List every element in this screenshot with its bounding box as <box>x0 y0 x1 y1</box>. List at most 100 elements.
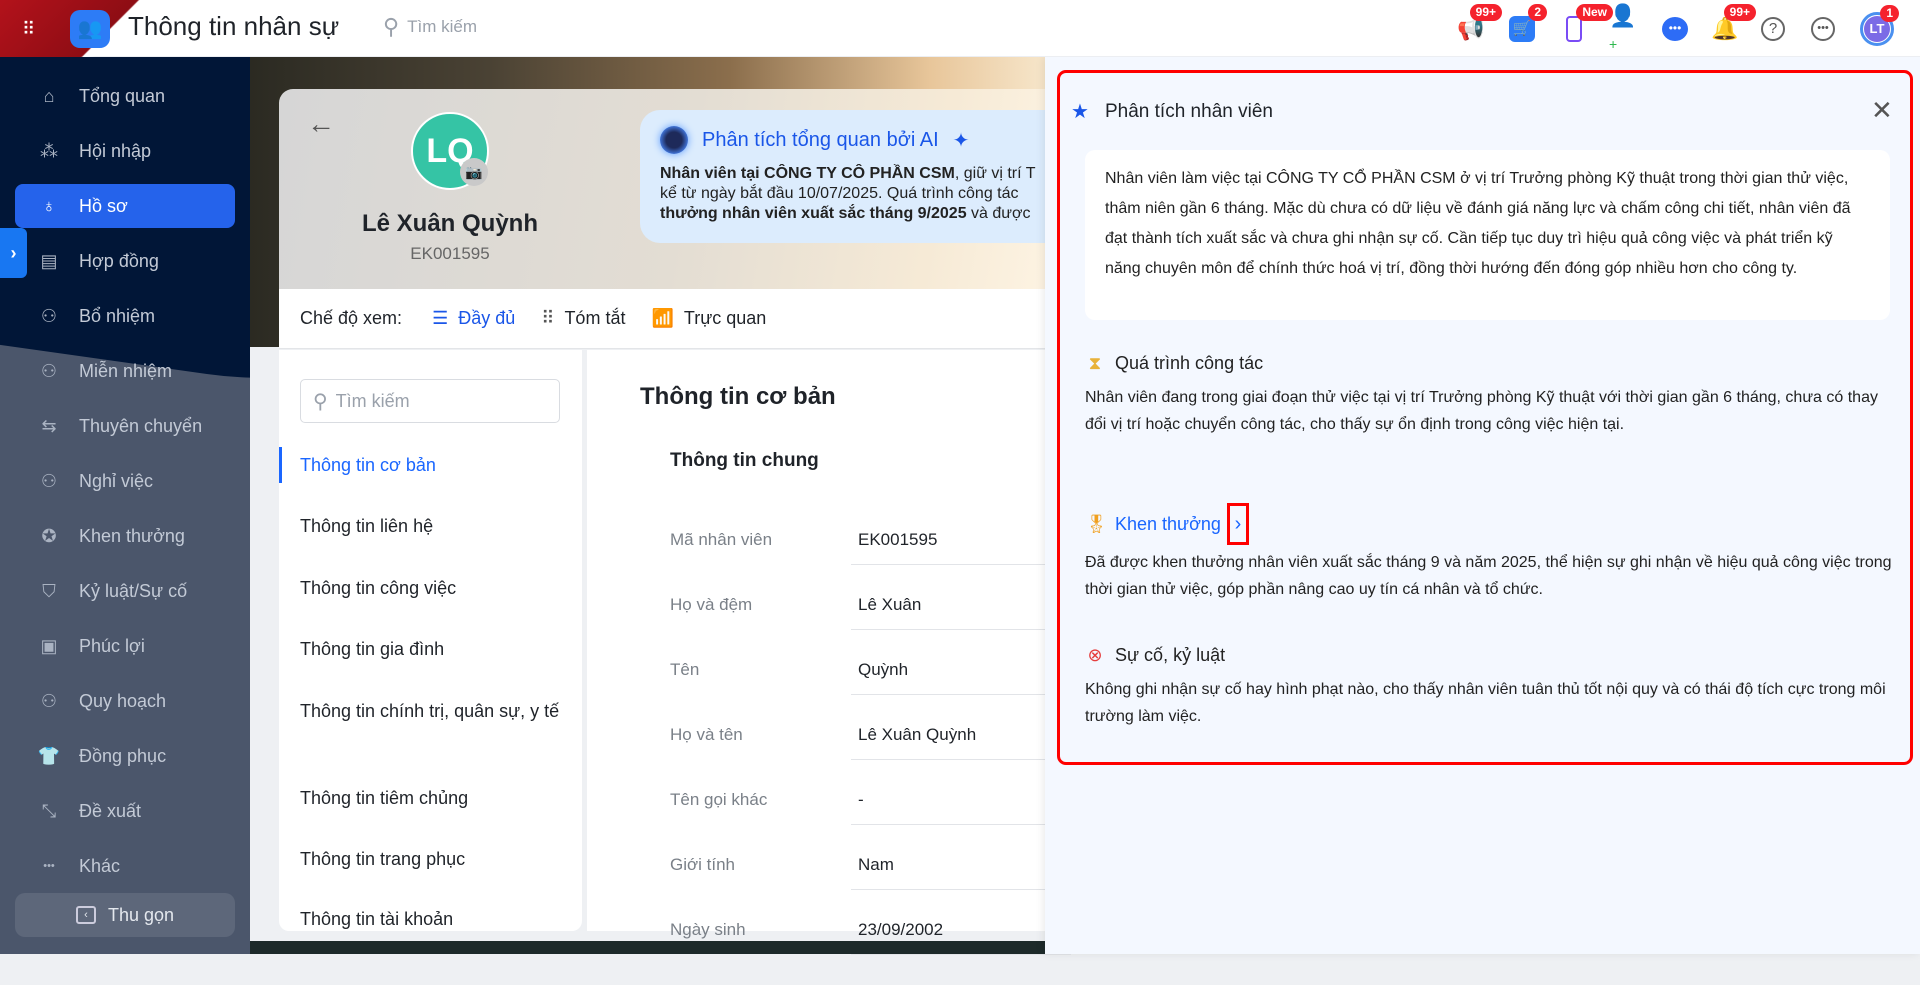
view-mode-full-label: Đầy đủ <box>458 308 516 328</box>
section-nav-item[interactable]: Thông tin gia đình <box>279 636 582 662</box>
team-icon: ⁂ <box>40 140 58 161</box>
section-nav-item[interactable]: Thông tin chính trị, quân sự, y tế <box>279 698 582 724</box>
sidebar-item-label: Khen thưởng <box>79 525 185 546</box>
chevron-right-icon[interactable]: › <box>1226 503 1249 545</box>
sidebar-item-label: Hồ sơ <box>79 195 128 216</box>
collapse-icon: ‹ <box>75 906 96 924</box>
camera-icon[interactable]: 📷 <box>460 158 488 186</box>
sidebar-item[interactable]: ▤ Hợp đồng <box>15 239 235 283</box>
sidebar-item[interactable]: ⁂ Hội nhập <box>15 129 235 173</box>
field-label: Tên <box>670 660 700 679</box>
back-arrow-icon[interactable]: ← <box>307 108 335 140</box>
field-label: Giới tính <box>670 855 736 874</box>
ai-overview-title: Phân tích tổng quan bởi AI <box>702 128 939 151</box>
sidebar-item-label: Đồng phục <box>79 745 167 766</box>
error-circle-icon: ⊗ <box>1087 645 1103 665</box>
view-mode-full[interactable]: ☰ Đầy đủ <box>432 308 515 329</box>
more-button[interactable]: ••• <box>1806 12 1840 46</box>
notifications-button[interactable]: 🔔 99+ <box>1708 4 1756 46</box>
collapse-sidebar-button[interactable]: ‹ Thu gọn <box>15 893 235 937</box>
panel-title: Phân tích nhân viên <box>1105 101 1273 122</box>
sidebar-item-label: Khác <box>79 855 121 876</box>
employee-name: Lê Xuân Quỳnh <box>361 210 538 237</box>
sidebar-item[interactable]: ⚇ Quy hoạch <box>15 679 235 723</box>
user-x-icon: ⚇ <box>40 470 58 491</box>
field-value: Lê Xuân Quỳnh <box>858 725 977 744</box>
section-search-placeholder: Tìm kiếm <box>335 390 410 411</box>
rewards-link[interactable]: Khen thưởng <box>1115 514 1221 535</box>
sidebar-item-label: Đề xuất <box>79 800 142 821</box>
divider <box>851 564 1071 565</box>
analysis-summary: Nhân viên làm việc tại CÔNG TY CỔ PHẦN C… <box>1085 150 1890 320</box>
add-user-button[interactable]: 👤+ <box>1609 3 1643 52</box>
field-value: - <box>858 790 864 809</box>
section-text: Đã được khen thưởng nhân viên xuất sắc t… <box>1085 554 1892 598</box>
view-mode-summary-label: Tóm tắt <box>564 308 626 328</box>
user-avatar-button[interactable]: LT 1 <box>1860 5 1899 46</box>
section-nav-item[interactable]: Thông tin trang phục <box>279 846 582 872</box>
sidebar-item[interactable]: ♁ Hồ sơ <box>15 184 235 228</box>
chat-icon: ••• <box>1662 17 1688 41</box>
view-mode-summary[interactable]: ⠿ Tóm tắt <box>541 308 625 329</box>
ai-line1-bold: Nhân viên tại CÔNG TY CÔ PHẦN CSM <box>660 165 955 182</box>
help-button[interactable]: ? <box>1756 12 1790 46</box>
sidebar-item[interactable]: 👕 Đồng phục <box>15 734 235 778</box>
section-nav-item[interactable]: Thông tin tài khoản <box>279 906 582 932</box>
sidebar-item[interactable]: ▣ Phúc lợi <box>15 624 235 668</box>
sidebar-item[interactable]: ⚇ Bổ nhiệm <box>15 294 235 338</box>
sidebar: ⌂ Tổng quan ⁂ Hội nhập ♁ Hồ sơ ▤ Hợp đồng ⚇ Bổ nh… <box>0 57 250 954</box>
section-nav-item[interactable]: Thông tin cơ bản <box>279 447 582 483</box>
help-icon: ? <box>1761 17 1785 41</box>
search-icon: ⚲ <box>313 390 328 413</box>
section-title: Quá trình công tác <box>1115 353 1264 373</box>
ai-line3: và được <box>966 205 1031 222</box>
sidebar-item[interactable]: ⚇ Miễn nhiệm <box>15 349 235 393</box>
ai-line3-bold: thưởng nhân viên xuất sắc tháng 9/2025 <box>660 205 967 222</box>
shield-x-icon: ⛉ <box>42 580 56 601</box>
cart-badge: 2 <box>1528 4 1547 21</box>
section-rewards: 🎖 Khen thưởng › Đã được khen thưởng nhân v… <box>1085 503 1895 603</box>
ai-overview-box[interactable]: Phân tích tổng quan bởi AI ✦ Nhân viên tạ… <box>640 110 1080 243</box>
sidebar-item-label: Tổng quan <box>79 85 166 106</box>
field-label: Ngày sinh <box>670 920 746 939</box>
sidebar-item[interactable]: ⛉ Kỷ luật/Sự cố <box>15 569 235 613</box>
global-search[interactable]: ⚲ Tìm kiếm <box>383 14 477 40</box>
sidebar-item-label: Hội nhập <box>79 140 152 161</box>
field-row: Họ và đệm Lê Xuân <box>670 595 1071 660</box>
field-value: Quỳnh <box>858 660 909 679</box>
section-text: Không ghi nhận sự cố hay hình phạt nào, … <box>1085 681 1886 725</box>
user-minus-icon: ⚇ <box>40 360 58 381</box>
sidebar-item-label: Kỷ luật/Sự cố <box>79 580 188 601</box>
section-nav-item[interactable]: Thông tin công việc <box>279 575 582 601</box>
close-icon[interactable]: ✕ <box>1871 95 1893 126</box>
announcement-button[interactable]: 📢 99+ <box>1454 4 1502 46</box>
section-nav-item[interactable]: Thông tin liên hệ <box>279 513 582 539</box>
app-logo-icon[interactable]: 👥 <box>70 10 110 48</box>
section-text: Nhân viên đang trong giai đoạn thử việc … <box>1085 389 1878 433</box>
sidebar-item[interactable]: ⚇ Nghỉ việc <box>15 459 235 503</box>
sidebar-item[interactable]: ⌂ Tổng quan <box>15 74 235 118</box>
sidebar-item[interactable]: ••• Khác <box>15 844 235 888</box>
medal-icon: 🎖 <box>1085 513 1108 534</box>
section-nav-item[interactable]: Thông tin tiêm chủng <box>279 785 582 811</box>
section-title: Thông tin cơ bản <box>640 383 836 410</box>
expand-panel-tab[interactable]: › <box>0 228 27 278</box>
chat-button[interactable]: ••• <box>1658 12 1692 46</box>
section-work-history: ⧗ Quá trình công tác Nhân viên đang trong… <box>1085 353 1895 438</box>
sidebar-item[interactable]: ✪ Khen thưởng <box>15 514 235 558</box>
sidebar-item-label: Bổ nhiệm <box>79 305 156 326</box>
section-search-input[interactable]: ⚲ Tìm kiếm <box>300 379 560 423</box>
divider <box>851 694 1071 695</box>
sidebar-item-label: Hợp đồng <box>79 250 159 271</box>
sidebar-item-label: Nghỉ việc <box>79 470 154 491</box>
section-title: Sự cố, kỷ luật <box>1115 645 1226 665</box>
field-row: Họ và tên Lê Xuân Quỳnh <box>670 725 1071 790</box>
cart-button[interactable]: 🛒 2 <box>1505 4 1547 46</box>
sidebar-item[interactable]: ⇆ Thuyên chuyển <box>15 404 235 448</box>
app-grid-icon[interactable]: ⠿ <box>22 18 46 40</box>
sidebar-item[interactable]: ⤡ Đề xuất <box>15 789 235 833</box>
view-mode-visual[interactable]: 📶 Trực quan <box>651 308 766 329</box>
list-icon: ☰ <box>432 308 449 328</box>
mobile-app-button[interactable]: New <box>1557 4 1613 46</box>
content-area: Thông tin cơ bản Thông tin chung Mã nhân… <box>587 350 1071 955</box>
